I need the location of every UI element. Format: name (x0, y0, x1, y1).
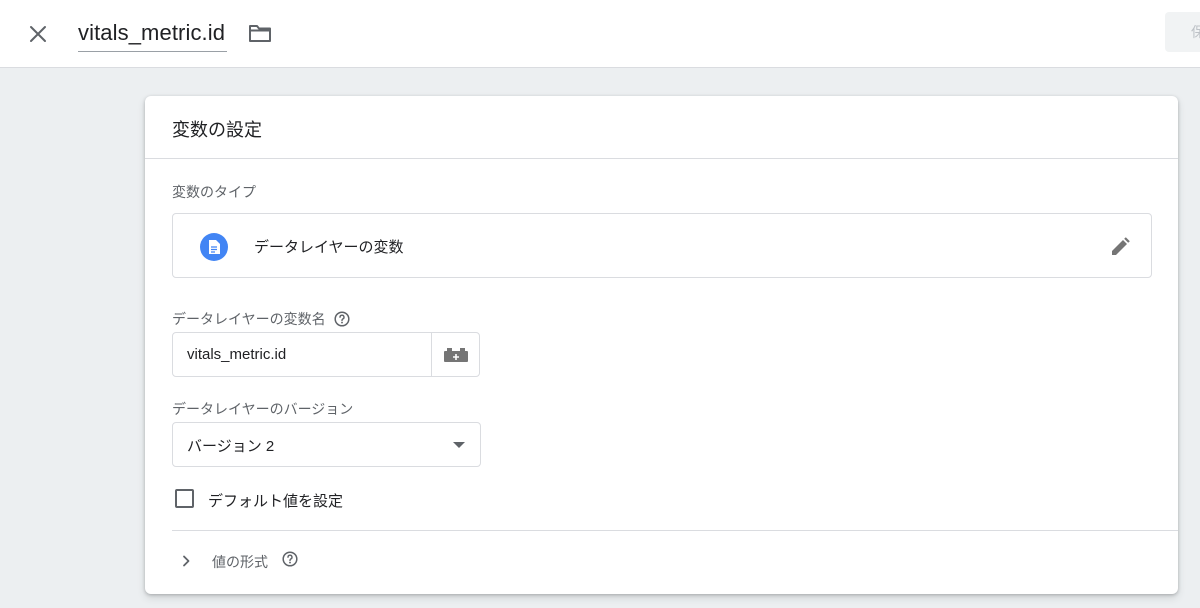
dropdown-arrow-icon (453, 442, 465, 448)
document-icon (200, 233, 228, 261)
variable-type-name: データレイヤーの変数 (254, 239, 404, 256)
var-name-label: データレイヤーの変数名 (172, 309, 350, 329)
value-format-label: 値の形式 (212, 554, 268, 570)
var-name-label-text: データレイヤーの変数名 (172, 311, 326, 327)
variable-picker-icon[interactable] (431, 333, 479, 376)
default-value-checkbox[interactable] (175, 489, 194, 508)
version-label: データレイヤーのバージョン (172, 401, 354, 417)
variable-type-selector[interactable]: データレイヤーの変数 (172, 213, 1152, 278)
help-icon[interactable] (334, 311, 350, 327)
close-icon[interactable] (22, 18, 54, 50)
default-value-label: デフォルト値を設定 (208, 493, 344, 510)
variable-config-card: 変数の設定 変数のタイプ データレイヤーの変数 データレイヤーの変数名 vita… (145, 96, 1178, 594)
chevron-right-icon (179, 554, 193, 568)
card-header: 変数の設定 (145, 96, 1178, 159)
variable-name-title-field[interactable]: vitals_metric.id (78, 18, 228, 52)
divider (172, 530, 1178, 531)
card-title: 変数の設定 (172, 120, 262, 140)
var-name-input[interactable] (173, 333, 431, 376)
save-button[interactable]: 保存 (1165, 12, 1200, 52)
folder-icon[interactable] (246, 19, 274, 47)
version-select[interactable]: バージョン 2 (172, 422, 481, 467)
pencil-icon[interactable] (1107, 234, 1133, 260)
var-name-field (172, 332, 480, 377)
version-selected-value: バージョン 2 (187, 438, 275, 455)
top-bar: vitals_metric.id 保存 (0, 0, 1200, 68)
page-title: vitals_metric.id (78, 20, 226, 45)
variable-type-label: 変数のタイプ (172, 184, 256, 200)
help-icon[interactable] (282, 551, 298, 572)
